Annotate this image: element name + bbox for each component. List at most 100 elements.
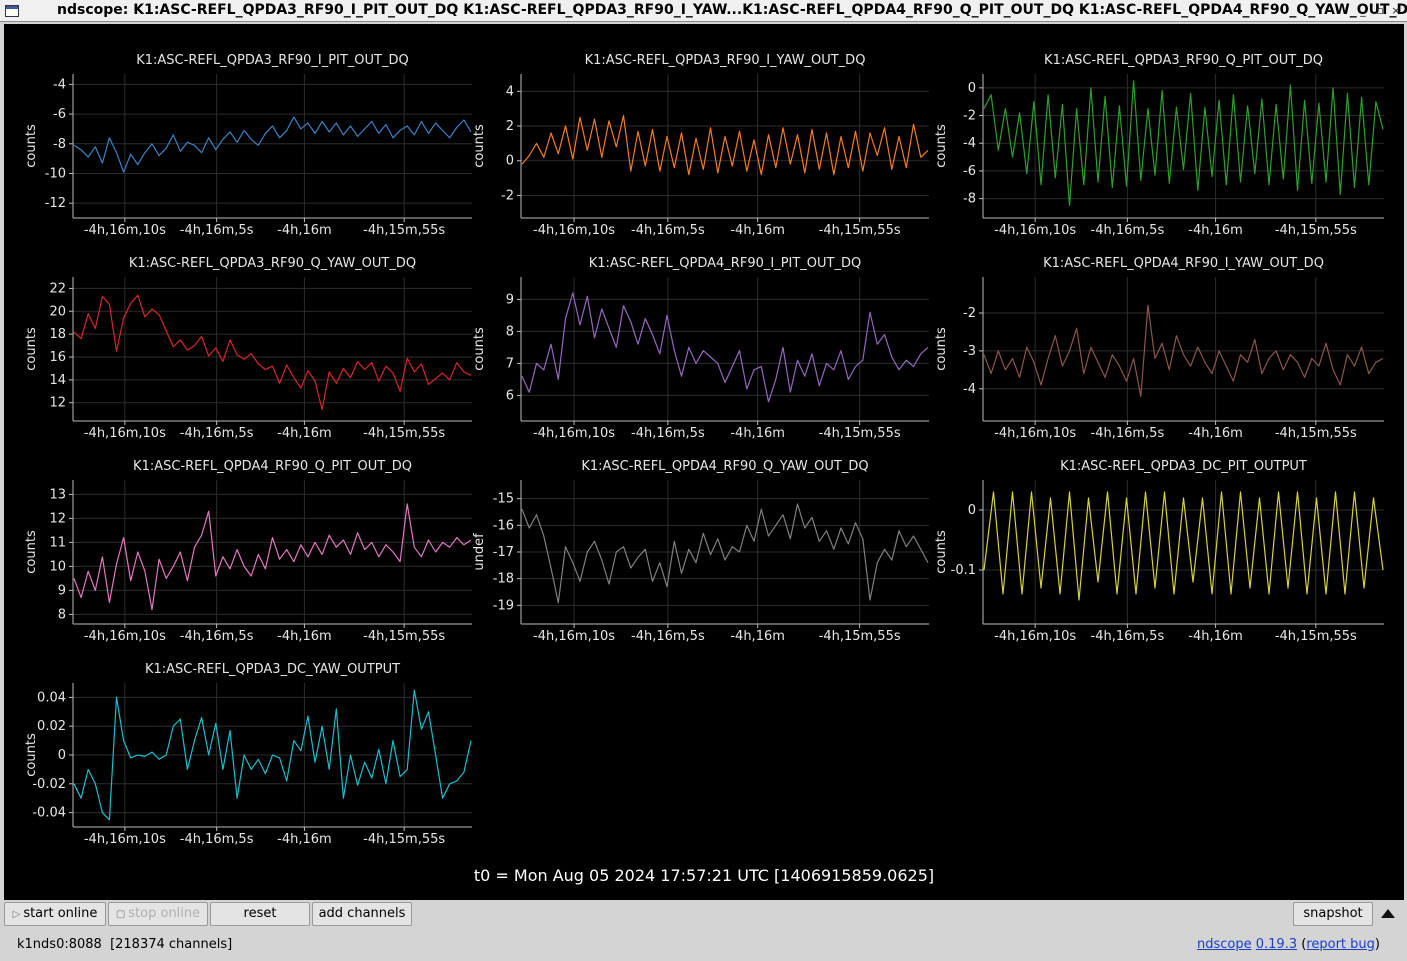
plot-3[interactable]: K1:ASC-REFL_QPDA3_RF90_Q_PIT_OUT_DQ 0 -2 -4… [934, 53, 1384, 238]
x-tick-label: -4h,16m,10s [84, 629, 166, 644]
snapshot-button[interactable]: snapshot [1293, 902, 1373, 926]
plot-9[interactable]: K1:ASC-REFL_QPDA3_DC_PIT_OUTPUT 0 -0.1 -4h,… [934, 459, 1384, 644]
y-axis-label: counts [24, 124, 39, 168]
version-info: ndscope 0.19.3 (report bug) [1196, 937, 1380, 952]
x-tick-label: -4h,15m,55s [819, 426, 901, 441]
series-line [521, 503, 929, 604]
y-tick-label: 0.02 [37, 719, 66, 734]
y-tick-label: -3 [963, 344, 976, 359]
start-online-label: start online [23, 906, 98, 921]
toolbar: ▷ start online ▢ stop online reset add cha… [0, 900, 1407, 930]
add-channels-button[interactable]: add channels [312, 902, 412, 926]
plot-2[interactable]: K1:ASC-REFL_QPDA3_RF90_I_YAW_OUT_DQ 4 2 0 -2… [472, 53, 929, 238]
plot-grid[interactable]: K1:ASC-REFL_QPDA3_RF90_I_PIT_OUT_DQ -4 -6 -… [4, 24, 1404, 900]
y-tick-label: -16 [493, 518, 514, 533]
x-tick-label: -4h,15m,55s [819, 629, 901, 644]
plot-title: K1:ASC-REFL_QPDA4_RF90_I_PIT_OUT_DQ [589, 256, 862, 271]
x-tick-label: -4h,15m,55s [1275, 223, 1357, 238]
y-tick-label: 11 [49, 535, 66, 550]
x-tick-label: -4h,16m,5s [180, 426, 254, 441]
y-tick-label: 0 [58, 748, 66, 763]
y-tick-label: 14 [49, 373, 66, 388]
x-tick-label: -4h,15m,55s [363, 629, 445, 644]
y-tick-label: -19 [493, 598, 514, 613]
y-tick-label: -4 [963, 136, 976, 151]
plot-4[interactable]: K1:ASC-REFL_QPDA3_RF90_Q_YAW_OUT_DQ 22 20 1… [24, 256, 472, 441]
y-tick-label: 12 [49, 511, 66, 526]
x-tick-label: -4h,16m [1188, 223, 1243, 238]
y-tick-label: -0.02 [32, 777, 66, 792]
y-tick-label: 2 [506, 119, 514, 134]
plot-title: K1:ASC-REFL_QPDA3_RF90_I_YAW_OUT_DQ [585, 53, 866, 68]
y-tick-label: -4 [963, 382, 976, 397]
x-tick-label: -4h,16m,5s [631, 629, 705, 644]
plot-5[interactable]: K1:ASC-REFL_QPDA4_RF90_I_PIT_OUT_DQ 9 8 7 6 -… [472, 256, 929, 441]
plot-7[interactable]: K1:ASC-REFL_QPDA4_RF90_Q_PIT_OUT_DQ 13 12 1… [24, 459, 472, 644]
x-tick-label: -4h,15m,55s [819, 223, 901, 238]
plot-6[interactable]: K1:ASC-REFL_QPDA4_RF90_I_YAW_OUT_DQ -2 -3 -… [934, 256, 1384, 441]
plot-10[interactable]: K1:ASC-REFL_QPDA3_DC_YAW_OUTPUT 0.04 0.02 0… [24, 662, 472, 847]
plot-area[interactable]: K1:ASC-REFL_QPDA3_RF90_I_PIT_OUT_DQ -4 -6 -… [4, 24, 1404, 900]
y-tick-label: -2 [963, 109, 976, 124]
x-tick-label: -4h,16m [730, 223, 785, 238]
x-tick-label: -4h,16m [277, 832, 332, 847]
x-tick-label: -4h,16m,10s [533, 426, 615, 441]
x-tick-label: -4h,16m [1188, 629, 1243, 644]
y-tick-label: 16 [49, 350, 66, 365]
y-axis-label: counts [24, 733, 39, 777]
x-tick-label: -4h,16m,5s [631, 223, 705, 238]
y-tick-label: -10 [45, 166, 66, 181]
y-tick-label: 20 [49, 304, 66, 319]
close-icon[interactable]: × [1390, 4, 1402, 17]
x-tick-label: -4h,16m [277, 223, 332, 238]
status-bar: k1nds0:8088 [218374 channels] ndscope 0.… [0, 930, 1407, 961]
plot-title: K1:ASC-REFL_QPDA4_RF90_I_YAW_OUT_DQ [1043, 256, 1324, 271]
y-tick-label: -2 [501, 188, 514, 203]
plot-title: K1:ASC-REFL_QPDA4_RF90_Q_PIT_OUT_DQ [133, 459, 412, 474]
y-tick-label: 12 [49, 396, 66, 411]
y-tick-label: -15 [493, 492, 514, 507]
y-tick-label: -8 [963, 192, 976, 207]
plot-title: K1:ASC-REFL_QPDA3_DC_PIT_OUTPUT [1060, 459, 1307, 474]
expand-panel-icon[interactable] [1381, 909, 1395, 918]
plot-title: K1:ASC-REFL_QPDA3_RF90_Q_PIT_OUT_DQ [1044, 53, 1323, 68]
y-axis-label: undef [472, 533, 487, 571]
report-bug-link[interactable]: report bug [1306, 937, 1375, 952]
x-tick-label: -4h,16m,10s [84, 426, 166, 441]
y-tick-label: 4 [506, 84, 514, 99]
y-tick-label: -4 [53, 77, 66, 92]
plot-title: K1:ASC-REFL_QPDA4_RF90_Q_YAW_OUT_DQ [581, 459, 868, 474]
x-tick-label: -4h,16m,5s [180, 223, 254, 238]
maximize-icon[interactable]: ▫ [1374, 4, 1386, 17]
stop-online-button[interactable]: ▢ stop online [108, 902, 208, 926]
start-online-button[interactable]: ▷ start online [4, 902, 106, 926]
x-tick-label: -4h,16m [1188, 426, 1243, 441]
x-tick-label: -4h,16m,5s [180, 629, 254, 644]
series-line [73, 116, 472, 173]
reset-button[interactable]: reset [210, 902, 310, 926]
y-tick-label: 0 [506, 154, 514, 169]
plot-title: K1:ASC-REFL_QPDA3_DC_YAW_OUTPUT [145, 662, 400, 677]
y-tick-label: 8 [506, 324, 514, 339]
y-axis-label: counts [24, 530, 39, 574]
x-tick-label: -4h,16m,5s [1091, 629, 1165, 644]
y-tick-label: 22 [49, 281, 66, 296]
version-link[interactable]: 0.19.3 [1256, 937, 1297, 952]
minimize-icon[interactable]: _ [1357, 4, 1369, 17]
y-tick-label: 0 [968, 503, 976, 518]
x-tick-label: -4h,16m,10s [533, 629, 615, 644]
x-tick-label: -4h,16m,10s [84, 832, 166, 847]
x-tick-label: -4h,16m,5s [1091, 223, 1165, 238]
plot-8[interactable]: K1:ASC-REFL_QPDA4_RF90_Q_YAW_OUT_DQ -15 -1… [472, 459, 929, 644]
y-tick-label: -2 [963, 306, 976, 321]
x-tick-label: -4h,16m [730, 629, 785, 644]
y-tick-label: -8 [53, 137, 66, 152]
y-tick-label: 9 [58, 583, 66, 598]
y-tick-label: -6 [53, 107, 66, 122]
y-tick-label: 9 [506, 292, 514, 307]
series-line [73, 503, 472, 611]
x-tick-label: -4h,16m,10s [994, 223, 1076, 238]
plot-1[interactable]: K1:ASC-REFL_QPDA3_RF90_I_PIT_OUT_DQ -4 -6 -… [24, 53, 472, 238]
ndscope-link[interactable]: ndscope [1197, 937, 1252, 952]
y-tick-label: -0.04 [32, 806, 66, 821]
